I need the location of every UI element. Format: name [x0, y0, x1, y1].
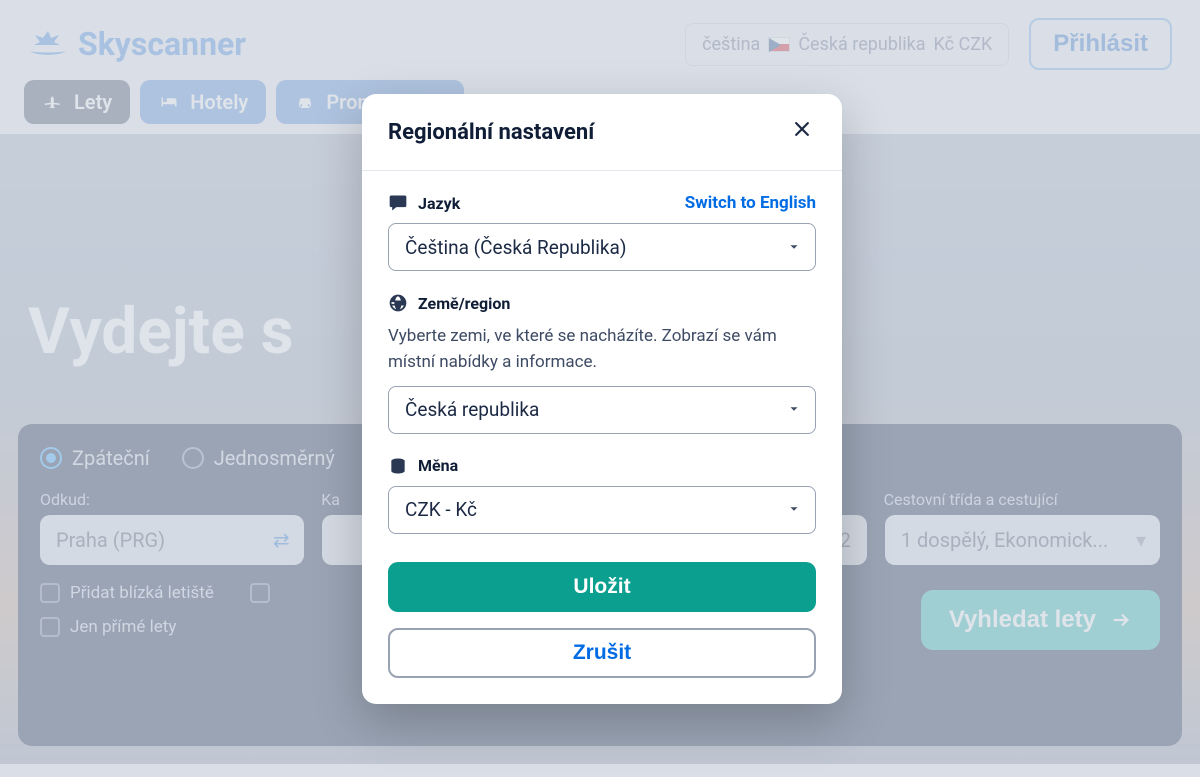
- caret-down-icon: [787, 502, 801, 516]
- region-select[interactable]: Česká republika: [388, 386, 816, 434]
- close-button[interactable]: [788, 118, 816, 146]
- chat-icon: [388, 193, 408, 213]
- section-region: Země/region Vyberte zemi, ve které se na…: [388, 293, 816, 434]
- coins-icon: [388, 456, 408, 476]
- save-button[interactable]: Uložit: [388, 562, 816, 612]
- region-label: Země/region: [418, 294, 510, 313]
- language-select[interactable]: Čeština (Česká Republika): [388, 223, 816, 271]
- currency-value: CZK - Kč: [405, 498, 477, 521]
- currency-label: Měna: [418, 456, 458, 475]
- language-label: Jazyk: [418, 194, 460, 213]
- modal-title: Regionální nastavení: [388, 120, 594, 145]
- switch-english-link[interactable]: Switch to English: [685, 193, 816, 213]
- modal-body: Jazyk Switch to English Čeština (Česká R…: [362, 171, 842, 704]
- modal-header: Regionální nastavení: [362, 94, 842, 171]
- globe-icon: [388, 293, 408, 313]
- currency-select[interactable]: CZK - Kč: [388, 486, 816, 534]
- section-currency: Měna CZK - Kč: [388, 456, 816, 534]
- regional-settings-modal: Regionální nastavení Jazyk Switch to Eng…: [362, 94, 842, 704]
- section-language: Jazyk Switch to English Čeština (Česká R…: [388, 193, 816, 271]
- caret-down-icon: [787, 402, 801, 416]
- close-icon: [792, 119, 812, 139]
- caret-down-icon: [787, 240, 801, 254]
- region-hint: Vyberte zemi, ve které se nacházíte. Zob…: [388, 323, 816, 376]
- language-value: Čeština (Česká Republika): [405, 236, 626, 259]
- cancel-button[interactable]: Zrušit: [388, 628, 816, 678]
- region-value: Česká republika: [405, 398, 539, 421]
